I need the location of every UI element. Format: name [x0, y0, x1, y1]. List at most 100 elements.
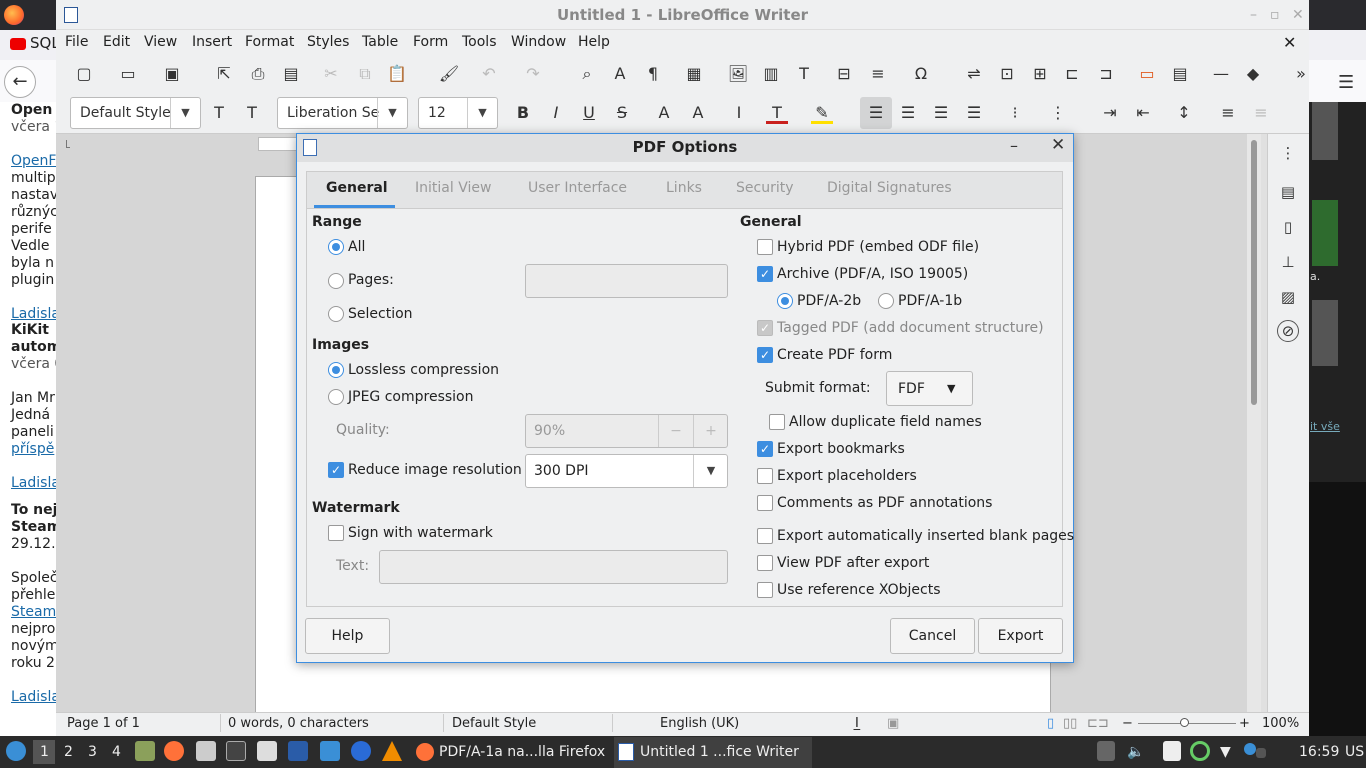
toolbar-overflow-icon[interactable]: » — [1290, 63, 1312, 85]
wifi-icon[interactable]: ▼ — [1220, 744, 1231, 760]
pages-input[interactable] — [525, 264, 728, 298]
italic-icon[interactable]: I — [545, 102, 567, 124]
window-minimize-icon[interactable]: – — [1250, 7, 1257, 23]
menu-help[interactable]: Help — [578, 34, 610, 50]
zoom-out-icon[interactable]: − — [1122, 716, 1133, 731]
workspace-1[interactable]: 1 — [40, 744, 49, 760]
clipboard-icon[interactable] — [196, 741, 216, 761]
new-style-icon[interactable]: T — [241, 102, 263, 124]
insert-cross-reference-icon[interactable]: ⊐ — [1095, 63, 1117, 85]
find-replace-icon[interactable]: ⌕ — [576, 63, 598, 85]
watermark-text-input[interactable] — [379, 550, 728, 584]
firefox-article-line[interactable]: Steam — [11, 604, 56, 621]
numbering-icon[interactable]: ⋮ — [1047, 102, 1069, 124]
align-left-icon[interactable]: ☰ — [860, 97, 892, 129]
insert-image-icon[interactable]: 🖼 — [727, 63, 749, 85]
keyboard-layout[interactable]: US — [1345, 744, 1364, 760]
firefox-article-line[interactable]: příspě — [11, 441, 54, 458]
increase-indent-icon[interactable]: ⇥ — [1099, 102, 1121, 124]
app-grid-icon[interactable] — [320, 741, 340, 761]
create-form-label[interactable]: Create PDF form — [777, 347, 892, 363]
workspace-4[interactable]: 4 — [112, 744, 121, 760]
create-form-checkbox[interactable]: ✓ — [757, 347, 773, 363]
tab-links[interactable]: Links — [666, 180, 702, 196]
font-color-icon[interactable]: T — [766, 102, 788, 124]
pdfa-1b-label[interactable]: PDF/A-1b — [898, 293, 962, 309]
pdfa-2b-radio[interactable] — [777, 293, 793, 309]
export-bookmarks-checkbox[interactable]: ✓ — [757, 441, 773, 457]
update-style-icon[interactable]: T — [208, 102, 230, 124]
align-right-icon[interactable]: ☰ — [930, 102, 952, 124]
insert-table-icon[interactable]: ▦ — [683, 63, 705, 85]
scrollbar-thumb[interactable] — [1251, 140, 1257, 405]
allow-duplicate-checkbox[interactable] — [769, 414, 785, 430]
insert-mode-icon[interactable]: I̲ — [855, 716, 859, 731]
tray-clipboard-icon[interactable] — [1163, 741, 1181, 761]
comments-annotations-label[interactable]: Comments as PDF annotations — [777, 495, 992, 511]
menu-format[interactable]: Format — [245, 34, 294, 50]
justify-icon[interactable]: ☰ — [963, 102, 985, 124]
zoom-in-icon[interactable]: + — [1239, 716, 1250, 731]
close-document-icon[interactable]: ✕ — [1283, 33, 1296, 52]
range-selection-label[interactable]: Selection — [348, 306, 413, 322]
task-firefox[interactable]: PDF/A-1a na...lla Firefox — [439, 744, 605, 760]
open-folder-icon[interactable]: ▭ — [117, 63, 139, 85]
tab-general[interactable]: General — [326, 180, 388, 196]
chevron-down-icon[interactable]: ▼ — [693, 455, 728, 487]
sign-watermark-checkbox[interactable] — [328, 525, 344, 541]
workspace-3[interactable]: 3 — [88, 744, 97, 760]
reference-xobjects-label[interactable]: Use reference XObjects — [777, 582, 941, 598]
hamburger-menu-icon[interactable]: ☰ — [1338, 72, 1354, 93]
export-placeholders-label[interactable]: Export placeholders — [777, 468, 917, 484]
workspace-2[interactable]: 2 — [64, 744, 73, 760]
archive-pdfa-checkbox[interactable]: ✓ — [757, 266, 773, 282]
reduce-resolution-checkbox[interactable]: ✓ — [328, 462, 344, 478]
view-after-export-checkbox[interactable] — [757, 555, 773, 571]
cancel-button[interactable]: Cancel — [890, 618, 975, 654]
menu-window[interactable]: Window — [511, 34, 566, 50]
lossless-label[interactable]: Lossless compression — [348, 362, 499, 378]
hybrid-pdf-label[interactable]: Hybrid PDF (embed ODF file) — [777, 239, 979, 255]
paragraph-style-select[interactable]: Default Style ▼ — [70, 97, 201, 129]
decrease-indent-icon[interactable]: ⇤ — [1132, 102, 1154, 124]
pdfa-1b-radio[interactable] — [878, 293, 894, 309]
menu-table[interactable]: Table — [362, 34, 398, 50]
quality-spinbox[interactable]: 90% − + — [525, 414, 728, 448]
new-document-icon[interactable]: ▢ — [73, 63, 95, 85]
reference-xobjects-checkbox[interactable] — [757, 582, 773, 598]
range-pages-label[interactable]: Pages: — [348, 272, 394, 288]
align-center-icon[interactable]: ☰ — [897, 102, 919, 124]
special-character-icon[interactable]: Ω — [910, 63, 932, 85]
range-all-label[interactable]: All — [348, 239, 365, 255]
status-zoom[interactable]: 100% — [1262, 716, 1299, 731]
save-icon[interactable]: ▣ — [161, 63, 183, 85]
spacing-disabled-icon[interactable]: ≡ — [1250, 102, 1272, 124]
status-language[interactable]: English (UK) — [660, 716, 739, 731]
range-all-radio[interactable] — [328, 239, 344, 255]
submit-format-select[interactable]: FDF ▼ — [886, 371, 973, 406]
start-menu-icon[interactable] — [6, 741, 26, 761]
track-changes-icon[interactable]: ▤ — [1169, 63, 1191, 85]
export-placeholders-checkbox[interactable] — [757, 468, 773, 484]
sidebar-page-icon[interactable]: ▯ — [1278, 218, 1298, 238]
print-preview-icon[interactable]: ▤ — [280, 63, 302, 85]
quality-increase-icon[interactable]: + — [693, 415, 728, 447]
export-bookmarks-label[interactable]: Export bookmarks — [777, 441, 905, 457]
sidebar-gallery-icon[interactable]: ▨ — [1278, 288, 1298, 308]
help-button[interactable]: Help — [305, 618, 390, 654]
view-after-export-label[interactable]: View PDF after export — [777, 555, 929, 571]
clear-formatting-icon[interactable]: I — [728, 102, 750, 124]
pdfa-2b-label[interactable]: PDF/A-2b — [797, 293, 861, 309]
font-size-select[interactable]: 12 ▼ — [418, 97, 498, 129]
comments-annotations-checkbox[interactable] — [757, 495, 773, 511]
window-maximize-icon[interactable]: ▫ — [1270, 7, 1280, 23]
strikethrough-icon[interactable]: S — [611, 102, 633, 124]
quality-decrease-icon[interactable]: − — [658, 415, 693, 447]
single-page-view-icon[interactable]: ▯ — [1047, 716, 1054, 731]
tray-sync-icon[interactable] — [1190, 741, 1210, 761]
jpeg-radio[interactable] — [328, 389, 344, 405]
redo-icon[interactable]: ↷ — [522, 63, 544, 85]
jpeg-label[interactable]: JPEG compression — [348, 389, 473, 405]
dialog-minimize-icon[interactable]: – — [1010, 136, 1018, 155]
insert-chart-icon[interactable]: ▥ — [760, 63, 782, 85]
